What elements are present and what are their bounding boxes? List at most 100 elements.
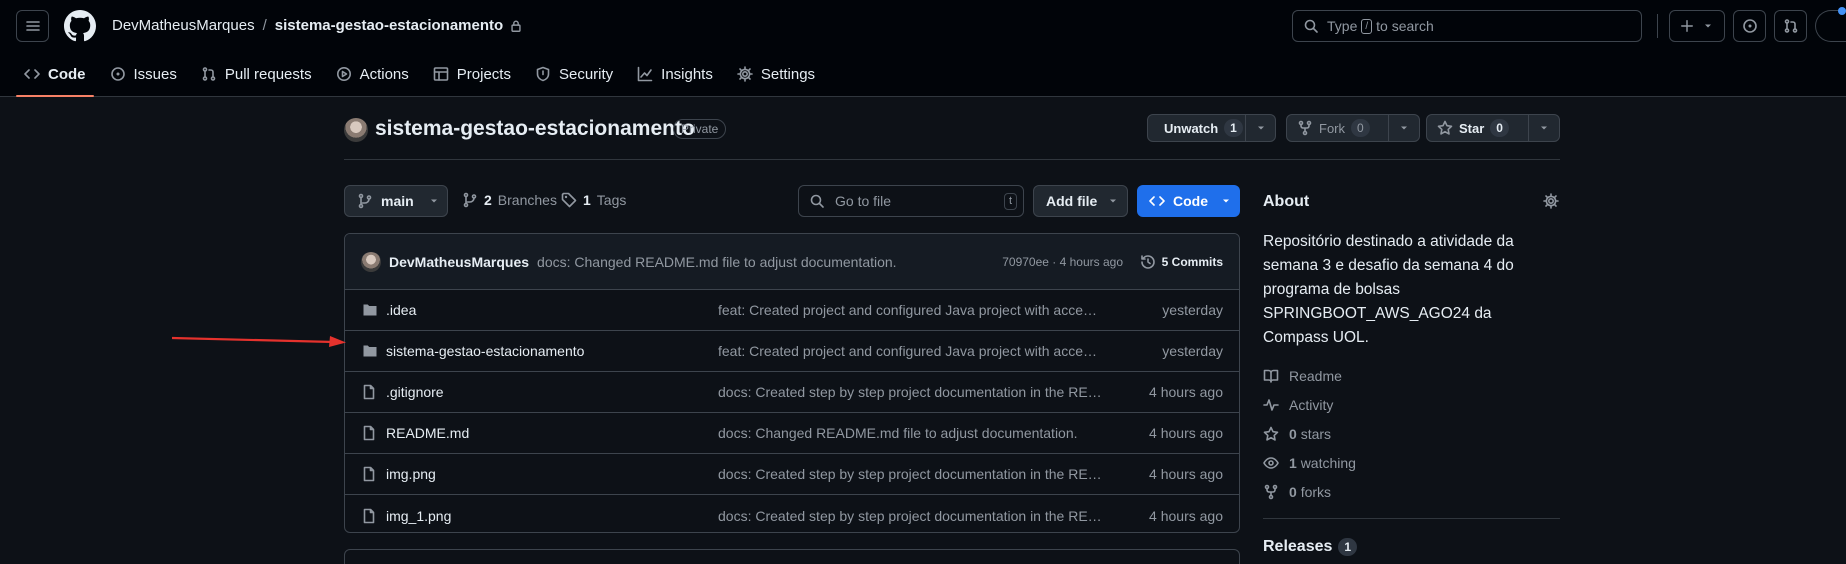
- tab-projects[interactable]: Projects: [425, 56, 519, 92]
- commit-message[interactable]: docs: Changed README.md file to adjust d…: [537, 254, 897, 270]
- unwatch-dropdown[interactable]: [1245, 115, 1275, 141]
- fork-button[interactable]: Fork 0: [1286, 114, 1420, 142]
- repo-title[interactable]: sistema-gestao-estacionamento: [375, 117, 695, 141]
- folder-icon: [363, 345, 377, 357]
- file-commit-date: yesterday: [1162, 302, 1223, 318]
- unwatch-main[interactable]: Unwatch 1: [1148, 115, 1245, 141]
- file-row-icon: [361, 466, 377, 482]
- watching-label: watching: [1300, 455, 1356, 471]
- branch-selector[interactable]: main: [344, 185, 448, 217]
- tab-insights-label: Insights: [661, 65, 713, 83]
- file-commit-message[interactable]: docs: Changed README.md file to adjust d…: [718, 425, 1103, 441]
- your-issues-button[interactable]: [1733, 10, 1766, 42]
- code-button[interactable]: Code: [1137, 185, 1240, 217]
- file-name[interactable]: img_1.png: [386, 508, 451, 524]
- search-input[interactable]: Type / to search: [1292, 10, 1642, 42]
- file-name[interactable]: img.png: [386, 466, 436, 482]
- create-new-button[interactable]: [1669, 10, 1725, 42]
- repo-description: Repositório destinado a atividade da sem…: [1263, 233, 1514, 346]
- activity-link[interactable]: Activity: [1263, 397, 1333, 413]
- go-to-file-input[interactable]: Go to file t: [798, 185, 1024, 217]
- file-commit-message[interactable]: docs: Created step by step project docum…: [718, 508, 1103, 524]
- tags-link[interactable]: 1 Tags: [561, 192, 626, 208]
- star-icon: [1437, 120, 1453, 135]
- file-commit-message[interactable]: docs: Created step by step project docum…: [718, 466, 1103, 482]
- forks-label: forks: [1300, 484, 1332, 500]
- fork-main[interactable]: Fork 0: [1287, 115, 1388, 141]
- issue-opened-icon: [1742, 19, 1757, 33]
- tab-actions[interactable]: Actions: [328, 56, 417, 92]
- file-name[interactable]: .idea: [386, 302, 416, 318]
- tab-pull-requests[interactable]: Pull requests: [193, 56, 320, 92]
- branches-count: 2: [484, 192, 492, 208]
- file-icon: [363, 466, 375, 482]
- breadcrumb-owner[interactable]: DevMatheusMarques: [112, 17, 255, 34]
- commits-history-link[interactable]: 5 Commits: [1140, 254, 1223, 270]
- file-name[interactable]: sistema-gestao-estacionamento: [386, 343, 584, 359]
- file-name[interactable]: README.md: [386, 425, 469, 441]
- file-row[interactable]: README.md docs: Changed README.md file to…: [345, 413, 1239, 454]
- tab-security-label: Security: [558, 65, 614, 83]
- add-file-button[interactable]: Add file: [1033, 185, 1128, 217]
- breadcrumb-repo[interactable]: sistema-gestao-estacionamento: [275, 17, 503, 34]
- triangle-down-icon: [1705, 24, 1711, 28]
- tab-security[interactable]: Security: [527, 56, 621, 92]
- your-pull-requests-button[interactable]: [1774, 10, 1807, 42]
- tab-code[interactable]: Code: [16, 56, 94, 97]
- unwatch-button[interactable]: Unwatch 1: [1147, 114, 1276, 142]
- watching-link[interactable]: 1 watching: [1263, 455, 1356, 471]
- readme-link[interactable]: Readme: [1263, 368, 1342, 384]
- file-name[interactable]: .gitignore: [386, 384, 444, 400]
- file-row[interactable]: .gitignore docs: Created step by step pro…: [345, 372, 1239, 413]
- forks-link[interactable]: 0 forks: [1263, 484, 1331, 500]
- file-row[interactable]: img_1.png docs: Created step by step proj…: [345, 495, 1239, 532]
- file-commit-message[interactable]: docs: Created step by step project docum…: [718, 384, 1103, 400]
- pulse-icon: [1263, 399, 1279, 411]
- commit-author[interactable]: DevMatheusMarques: [389, 254, 529, 270]
- github-logo-icon[interactable]: [64, 10, 96, 42]
- go-to-file-placeholder: Go to file: [835, 193, 892, 209]
- file-commit-date: 4 hours ago: [1149, 466, 1223, 482]
- releases-counter: 1: [1338, 538, 1358, 556]
- about-divider: [1263, 518, 1560, 519]
- git-branch-icon: [358, 193, 372, 209]
- triangle-down-icon: [1400, 126, 1407, 130]
- repo-owner-avatar[interactable]: [344, 118, 368, 142]
- tab-insights[interactable]: Insights: [629, 56, 721, 92]
- branches-link[interactable]: 2 Branches: [462, 192, 557, 208]
- book-icon: [1263, 369, 1279, 383]
- visibility-badge: Private: [673, 119, 727, 139]
- stars-count: 0: [1289, 426, 1297, 442]
- file-commit-message[interactable]: feat: Created project and configured Jav…: [718, 343, 1103, 359]
- tab-issues[interactable]: Issues: [102, 56, 185, 92]
- star-dropdown[interactable]: [1527, 115, 1559, 141]
- tab-settings-label: Settings: [760, 65, 816, 83]
- tags-label: Tags: [596, 192, 627, 208]
- fork-dropdown[interactable]: [1387, 115, 1419, 141]
- menu-button[interactable]: [16, 10, 49, 42]
- star-button[interactable]: Star 0: [1426, 114, 1560, 142]
- tab-code-label: Code: [48, 65, 86, 83]
- file-row[interactable]: img.png docs: Created step by step projec…: [345, 454, 1239, 495]
- triangle-down-icon: [1257, 126, 1264, 130]
- lock-icon: [511, 20, 521, 32]
- file-row[interactable]: sistema-gestao-estacionamento feat: Creat…: [345, 331, 1239, 372]
- releases-heading[interactable]: Releases 1: [1263, 538, 1358, 556]
- readme-panel: [344, 549, 1240, 564]
- commit-author-avatar[interactable]: [361, 251, 381, 272]
- search-icon: [810, 194, 824, 208]
- star-main[interactable]: Star 0: [1427, 115, 1528, 141]
- file-commit-date: 4 hours ago: [1149, 384, 1223, 400]
- tab-settings[interactable]: Settings: [729, 56, 823, 92]
- file-row[interactable]: .idea feat: Created project and configure…: [345, 290, 1239, 331]
- gear-icon[interactable]: [1543, 193, 1559, 209]
- gear-icon: [737, 66, 753, 82]
- commit-hash-time[interactable]: 70970ee · 4 hours ago: [1002, 255, 1123, 269]
- stars-label: stars: [1300, 426, 1332, 442]
- file-row-icon: [361, 508, 377, 524]
- plus-icon: [1681, 20, 1693, 32]
- stars-link[interactable]: 0 stars: [1263, 426, 1331, 442]
- file-commit-message[interactable]: feat: Created project and configured Jav…: [718, 302, 1103, 318]
- breadcrumb: DevMatheusMarques / sistema-gestao-estac…: [112, 17, 523, 34]
- fork-counter: 0: [1351, 119, 1370, 137]
